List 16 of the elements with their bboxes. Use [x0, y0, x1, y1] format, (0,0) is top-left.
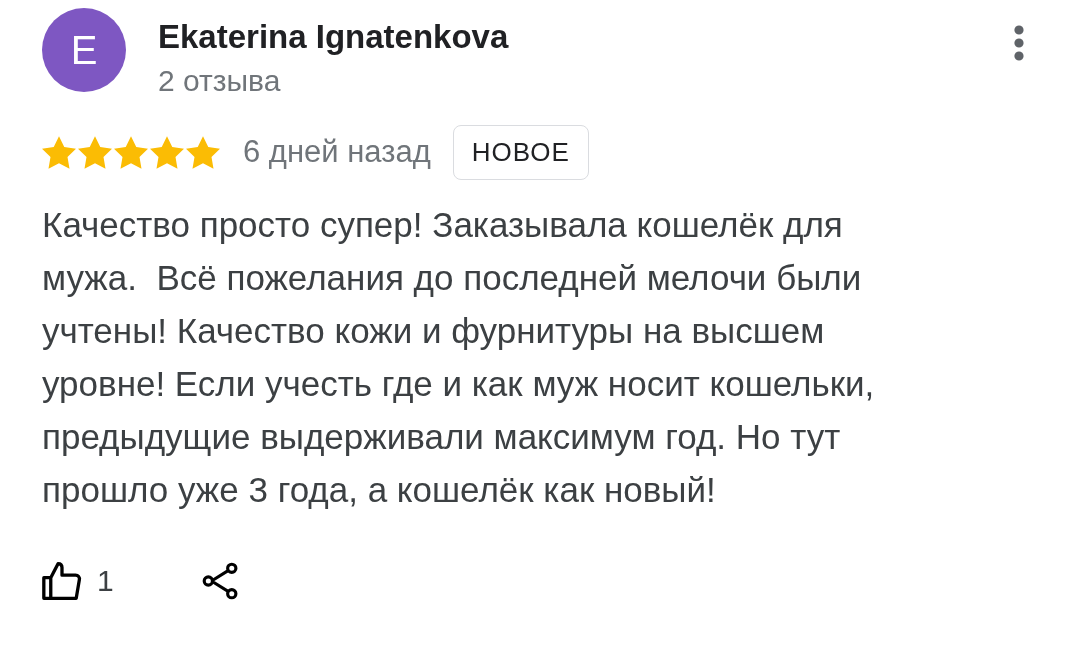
- review-text: Качество просто супер! Заказывала кошелёк для мужа. Всё пожелания до последней мелочи были учтены! Качество кожи и фурнитуры на высшем уровне! Если учесть где и как муж носит кошельки, предыдущие выдерживали максимум год. Но тут прошло уже 3 года, а кошелёк как новый!: [42, 204, 876, 511]
- thumbs-up-icon: [42, 561, 82, 600]
- star-icon: [186, 135, 220, 169]
- more-options-icon[interactable]: [1014, 25, 1024, 61]
- star-icon: [78, 135, 112, 169]
- author-name: Ekaterina Ignatenkova: [158, 19, 509, 55]
- like-button[interactable]: 1: [42, 558, 114, 603]
- new-tag: НОВОЕ: [452, 124, 589, 180]
- star-icon: [114, 135, 148, 169]
- share-button[interactable]: [201, 561, 240, 600]
- review-count: 2 отзыва: [158, 64, 282, 98]
- avatar: E: [42, 8, 126, 92]
- review-date: 6 дней назад: [243, 133, 431, 171]
- star-icon: [150, 135, 184, 169]
- share-icon: [201, 561, 240, 600]
- star-icon: [42, 135, 76, 169]
